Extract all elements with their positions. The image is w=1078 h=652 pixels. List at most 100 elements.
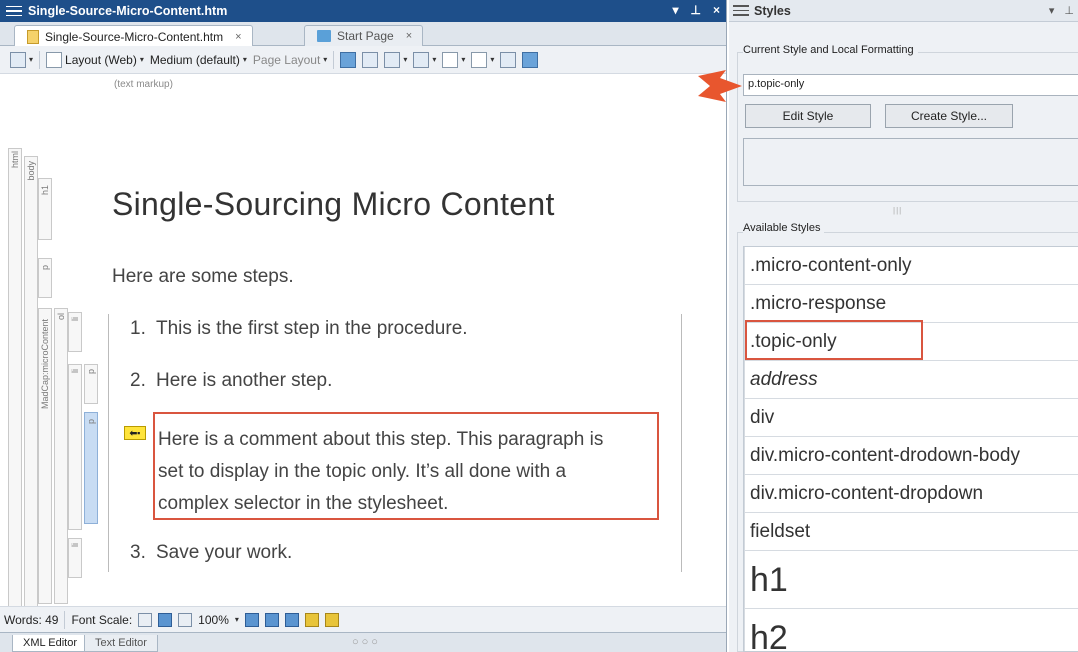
- condition-marker-icon[interactable]: ⬅▪: [124, 426, 146, 440]
- splitter-handle[interactable]: |||: [893, 206, 902, 215]
- show-tags-icon[interactable]: [340, 51, 357, 68]
- file-icon: [27, 29, 39, 44]
- style-item[interactable]: div.micro-content-dropdown: [744, 475, 1078, 513]
- intro-paragraph[interactable]: Here are some steps.: [112, 266, 294, 288]
- structure-bar-p-2[interactable]: p: [84, 364, 98, 404]
- editor-title-bar: Single-Source-Micro-Content.htm ▾ ⊥ ×: [0, 0, 726, 22]
- structure-bar-body[interactable]: body: [24, 156, 38, 608]
- struct-label: ol: [56, 313, 66, 321]
- callout-arrow-icon: [698, 70, 742, 102]
- show-spans-icon[interactable]: [284, 612, 299, 627]
- style-item[interactable]: address: [744, 361, 1078, 399]
- condition-button[interactable]: ▾: [413, 51, 436, 68]
- xml-editor-pane: Single-Source-Micro-Content.htm ▾ ⊥ × Si…: [0, 0, 727, 652]
- ci-icon[interactable]: [522, 51, 539, 68]
- styles-title: Styles: [754, 3, 791, 18]
- topic-only-paragraph[interactable]: Here is a comment about this step. This …: [153, 412, 659, 520]
- medium-dropdown[interactable]: Medium (default) ▾: [150, 53, 247, 67]
- tab-label: Single-Source-Micro-Content.htm: [45, 29, 224, 44]
- comment-line: Here is a comment about this step. This …: [158, 429, 604, 450]
- step-text: Save your work.: [156, 542, 293, 563]
- list-item[interactable]: 3. Save your work.: [130, 542, 292, 564]
- document-heading[interactable]: Single-Sourcing Micro Content: [112, 186, 555, 223]
- style-item[interactable]: div.micro-content-drodown-body: [744, 437, 1078, 475]
- close-tab-icon[interactable]: ×: [406, 30, 412, 42]
- menu-icon[interactable]: [6, 5, 22, 17]
- zoom-dropdown-icon[interactable]: ▾: [235, 615, 239, 624]
- start-page-icon: [317, 30, 331, 42]
- list-item[interactable]: 1. This is the first step in the procedur…: [130, 318, 468, 340]
- dropdown-arrow-icon[interactable]: ▾: [673, 3, 679, 17]
- editor-title: Single-Source-Micro-Content.htm: [28, 4, 228, 18]
- structure-bar-p-selected[interactable]: p: [84, 412, 98, 524]
- edit-style-button[interactable]: Edit Style: [745, 104, 871, 128]
- tab-label: Start Page: [337, 29, 394, 43]
- show-blocks-icon[interactable]: [244, 612, 259, 627]
- structure-bar-li-3[interactable]: li: [68, 538, 82, 578]
- structure-bar-microcontent[interactable]: MadCap:microContent: [38, 308, 52, 604]
- style-item[interactable]: .micro-content-only: [744, 247, 1078, 285]
- tab-xml-editor[interactable]: XML Editor: [12, 635, 89, 652]
- comment-line: set to display in the topic only. It’s a…: [158, 461, 567, 482]
- struct-label: html: [10, 151, 20, 169]
- structure-bar-h1[interactable]: h1: [38, 178, 52, 240]
- close-icon[interactable]: ×: [713, 3, 720, 17]
- condition-icon: [413, 51, 430, 68]
- style-item[interactable]: fieldset: [744, 513, 1078, 551]
- pin-icon[interactable]: ⊥: [1064, 4, 1074, 17]
- style-item[interactable]: h1: [744, 551, 1078, 609]
- text-format-icon: [471, 51, 488, 68]
- zoom-level[interactable]: 100%: [198, 613, 229, 627]
- menu-icon[interactable]: [733, 5, 749, 16]
- image-icon: [384, 51, 401, 68]
- layout-dropdown[interactable]: Layout (Web) ▾: [46, 51, 144, 68]
- close-tab-icon[interactable]: ×: [235, 31, 241, 43]
- reset-zoom-button[interactable]: [158, 612, 173, 627]
- show-structure-icon[interactable]: [264, 612, 279, 627]
- style-item[interactable]: .micro-response: [744, 285, 1078, 323]
- local-formatting-box: [743, 138, 1078, 186]
- tab-start-page[interactable]: Start Page ×: [304, 25, 424, 46]
- struct-label: li: [70, 317, 80, 321]
- pin-icon[interactable]: ⊥: [691, 3, 701, 17]
- variable-icon: [442, 51, 459, 68]
- structure-bar-html[interactable]: html: [8, 148, 22, 608]
- available-styles-list[interactable]: .micro-content-only .micro-response .top…: [743, 246, 1078, 652]
- tab-single-source[interactable]: Single-Source-Micro-Content.htm ×: [14, 25, 253, 47]
- zoom-button[interactable]: ▾: [10, 51, 33, 68]
- page-layout-dropdown[interactable]: Page Layout ▾: [253, 53, 327, 67]
- dropdown-arrow-icon[interactable]: ▾: [1049, 4, 1055, 17]
- tab-text-editor[interactable]: Text Editor: [84, 635, 158, 652]
- structure-bar-ol[interactable]: ol: [54, 308, 68, 604]
- vertical-ruler-icon[interactable]: [324, 612, 339, 627]
- track-changes-icon[interactable]: [362, 51, 379, 68]
- zoom-in-button[interactable]: [178, 612, 193, 627]
- style-item[interactable]: h2: [744, 609, 1078, 651]
- structure-bar-p[interactable]: p: [38, 258, 52, 298]
- editor-mode-tabs: XML Editor Text Editor ○○○: [0, 632, 726, 652]
- structure-bar-li-2[interactable]: li: [68, 364, 82, 530]
- editor-status-bar: Words: 49 Font Scale: 100% ▾: [0, 606, 726, 632]
- image-button[interactable]: ▾: [384, 51, 407, 68]
- splitter-handle[interactable]: ○○○: [352, 636, 381, 648]
- magnifier-icon: [10, 51, 26, 68]
- step-text: Here is another step.: [156, 370, 333, 391]
- struct-label: li: [70, 543, 80, 547]
- font-scale-label: Font Scale:: [71, 612, 133, 627]
- ruler-icon[interactable]: [304, 612, 319, 627]
- create-style-button[interactable]: Create Style...: [885, 104, 1013, 128]
- document-tab-bar: Single-Source-Micro-Content.htm × Start …: [0, 22, 726, 47]
- topic-only-highlight: [745, 320, 923, 360]
- zoom-out-button[interactable]: [138, 612, 153, 627]
- style-item[interactable]: div: [744, 399, 1078, 437]
- info-icon[interactable]: [500, 51, 517, 68]
- current-style-field[interactable]: p.topic-only: [743, 74, 1078, 96]
- list-item[interactable]: 2. Here is another step.: [130, 370, 332, 392]
- struct-label: body: [26, 161, 36, 181]
- variable-button[interactable]: ▾: [442, 51, 465, 68]
- structure-bar-li-1[interactable]: li: [68, 312, 82, 352]
- layout-icon: [46, 51, 63, 68]
- comment-line: complex selector in the stylesheet.: [158, 493, 449, 514]
- styles-title-bar: Styles: [729, 0, 1078, 22]
- text-format-button[interactable]: ▾: [471, 51, 494, 68]
